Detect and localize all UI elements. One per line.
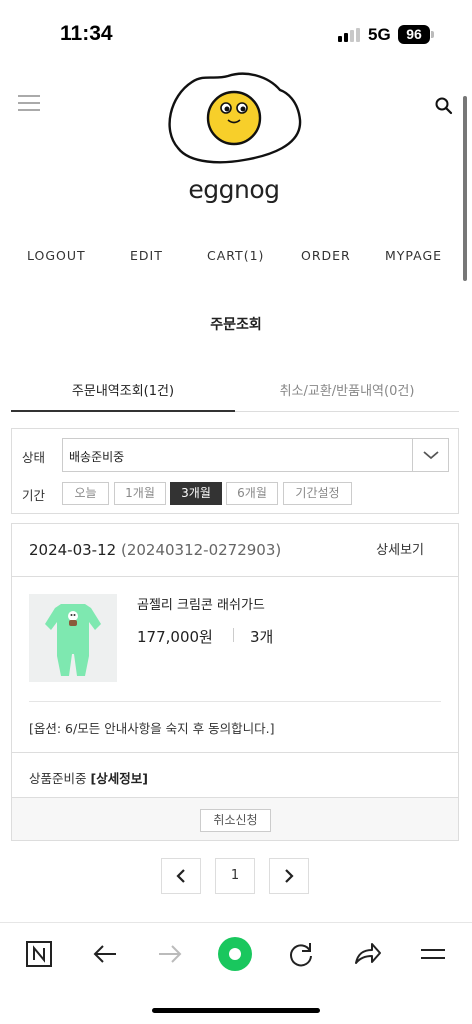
tab-cancel-exchange-return[interactable]: 취소/교환/반품내역(0건) — [235, 380, 459, 399]
cancel-row: 취소신청 — [12, 798, 458, 840]
status-detail-link[interactable]: [상세정보] — [91, 771, 148, 786]
product-option: [옵션: 6/모든 안내사항을 숙지 후 동의합니다.] — [29, 721, 275, 736]
order-number: (20240312-0272903) — [120, 541, 282, 559]
search-icon[interactable] — [434, 96, 454, 116]
status-bar: 11:34 5G 96 — [0, 0, 472, 70]
chevron-down-icon[interactable] — [412, 439, 448, 471]
logo-text: eggnog — [188, 175, 279, 204]
chevron-right-icon — [285, 869, 294, 883]
network-label: 5G — [368, 25, 391, 44]
nav-logout[interactable]: LOGOUT — [27, 248, 86, 263]
order-detail-link[interactable]: 상세보기 — [376, 539, 424, 558]
period-custom-button[interactable]: 기간설정 — [283, 482, 352, 505]
forward-arrow-icon[interactable] — [155, 939, 185, 969]
nav-cart[interactable]: CART(1) — [207, 248, 264, 263]
period-filter-label: 기간 — [22, 488, 46, 503]
order-date: 2024-03-12 — [29, 541, 117, 559]
reload-icon[interactable] — [286, 939, 316, 969]
order-status: 상품준비중 [상세정보] — [29, 768, 148, 787]
page-title: 주문조회 — [210, 317, 262, 333]
battery-tip — [431, 31, 434, 38]
signal-icon — [338, 28, 362, 42]
order-status-text: 상품준비중 — [29, 771, 87, 786]
product-name[interactable]: 곰젤리 크림콘 래쉬가드 — [137, 594, 265, 613]
cancel-request-button[interactable]: 취소신청 — [200, 809, 271, 832]
back-arrow-icon[interactable] — [90, 939, 120, 969]
order-card: 2024-03-12 (20240312-0272903) 상세보기 곰젤리 크… — [11, 523, 459, 841]
filter-panel: 상태 배송준비중 기간 오늘 1개월 3개월 6개월 기간설정 — [11, 428, 459, 514]
browser-toolbar — [0, 922, 472, 1024]
page-number[interactable]: 1 — [215, 858, 255, 894]
period-3month-button[interactable]: 3개월 — [170, 482, 222, 505]
active-tab-underline — [11, 410, 235, 412]
share-icon[interactable] — [352, 939, 382, 969]
status-select-value: 배송준비중 — [69, 450, 125, 464]
period-today-button[interactable]: 오늘 — [62, 482, 109, 505]
order-date-line: 2024-03-12 (20240312-0272903) — [29, 541, 281, 559]
nav-order[interactable]: ORDER — [301, 248, 351, 263]
divider — [29, 701, 441, 702]
status-filter-label: 상태 — [22, 450, 46, 465]
order-header: 2024-03-12 (20240312-0272903) 상세보기 — [12, 524, 458, 577]
chevron-left-icon — [176, 869, 185, 883]
period-1month-button[interactable]: 1개월 — [114, 482, 166, 505]
price-qty-divider — [233, 628, 234, 642]
product-thumbnail[interactable] — [29, 594, 117, 682]
prev-page-button[interactable] — [161, 858, 201, 894]
green-home-icon[interactable] — [216, 935, 254, 973]
menu-icon[interactable] — [418, 939, 448, 969]
product-price: 177,000원 — [137, 628, 213, 646]
order-tabs: 주문내역조회(1건) 취소/교환/반품내역(0건) — [11, 370, 459, 412]
status-select[interactable]: 배송준비중 — [62, 438, 449, 472]
naver-icon[interactable] — [24, 939, 54, 969]
order-status-row: 상품준비중 [상세정보] — [12, 752, 458, 798]
period-6month-button[interactable]: 6개월 — [226, 482, 278, 505]
hamburger-menu-icon[interactable] — [18, 95, 40, 113]
tab-order-history[interactable]: 주문내역조회(1건) — [11, 380, 235, 399]
home-indicator[interactable] — [152, 1008, 320, 1013]
nav-edit[interactable]: EDIT — [130, 248, 163, 263]
top-navigation: LOGOUT EDIT CART(1) ORDER MYPAGE — [0, 248, 472, 268]
product-quantity: 3개 — [250, 628, 274, 646]
eggnog-logo[interactable]: eggnog — [164, 70, 304, 210]
status-time: 11:34 — [60, 22, 113, 45]
next-page-button[interactable] — [269, 858, 309, 894]
nav-mypage[interactable]: MYPAGE — [385, 248, 442, 263]
product-image-icon — [45, 604, 101, 676]
battery-icon: 96 — [398, 25, 430, 44]
